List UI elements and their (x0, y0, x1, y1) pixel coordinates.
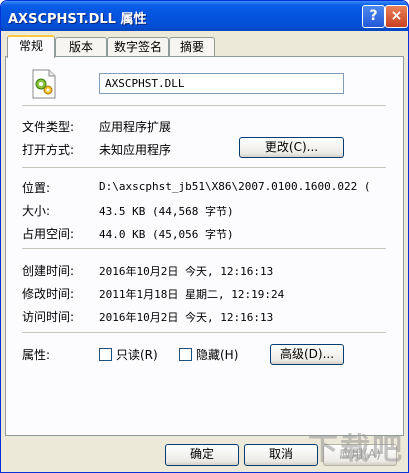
accessed-label: 访问时间: (22, 310, 75, 324)
separator (22, 332, 386, 333)
tab-general[interactable]: 常规 (7, 35, 55, 58)
cancel-button[interactable]: 取消 (244, 444, 318, 466)
size-on-disk-label: 占用空间: (22, 227, 75, 241)
dll-file-icon (32, 69, 56, 99)
size-label: 大小: (22, 204, 51, 218)
tab-bar: 常规 版本 数字签名 摘要 (1, 35, 408, 58)
created-label: 创建时间: (22, 264, 75, 278)
close-button[interactable]: × (385, 5, 408, 28)
readonly-checkbox[interactable] (99, 348, 112, 361)
properties-window: AXSCPHST.DLL 属性 ? × 常规 版本 数字签名 摘要 AXSCPH… (0, 0, 409, 473)
size-on-disk-value: 44.0 KB (45,056 字节) (99, 228, 234, 241)
advanced-button[interactable]: 高级(D)... (270, 344, 344, 365)
readonly-label[interactable]: 只读(R) (116, 346, 158, 363)
attributes-label: 属性: (22, 348, 51, 362)
file-type-value: 应用程序扩展 (99, 120, 172, 134)
modified-value: 2011年1月18日 星期二, 12:19:24 (99, 288, 285, 301)
help-icon: ? (369, 8, 378, 24)
tab-digital-signatures[interactable]: 数字签名 (107, 37, 169, 56)
file-name-text: AXSCPHST.DLL (105, 77, 185, 90)
hidden-checkbox[interactable] (179, 348, 192, 361)
open-with-label: 打开方式: (22, 143, 75, 157)
tab-version[interactable]: 版本 (55, 37, 107, 56)
file-type-label: 文件类型: (22, 120, 75, 134)
help-button[interactable]: ? (362, 5, 385, 28)
location-label: 位置: (22, 181, 51, 195)
created-value: 2016年10月2日 今天, 12:16:13 (99, 265, 274, 278)
title-bar[interactable]: AXSCPHST.DLL 属性 ? × (1, 1, 408, 31)
watermark-logo: 下载吧 (308, 432, 404, 467)
separator (22, 248, 386, 249)
open-with-value: 未知应用程序 (99, 143, 172, 157)
location-value: D:\axscphst_jb51\X86\2007.0100.1600.022 … (99, 180, 371, 193)
close-icon: × (390, 8, 403, 24)
general-panel: AXSCPHST.DLL 文件类型: 应用程序扩展 打开方式: 未知应用程序 更… (5, 56, 404, 436)
file-name-field[interactable]: AXSCPHST.DLL (99, 73, 344, 94)
change-button[interactable]: 更改(C)... (239, 137, 344, 158)
modified-label: 修改时间: (22, 287, 75, 301)
ok-button[interactable]: 确定 (165, 444, 239, 466)
separator (22, 167, 386, 168)
window-title: AXSCPHST.DLL 属性 (8, 12, 147, 27)
size-value: 43.5 KB (44,568 字节) (99, 205, 234, 218)
hidden-label[interactable]: 隐藏(H) (196, 346, 238, 363)
separator (22, 105, 386, 106)
tab-summary[interactable]: 摘要 (169, 37, 215, 56)
accessed-value: 2016年10月2日 今天, 12:16:13 (99, 311, 274, 324)
